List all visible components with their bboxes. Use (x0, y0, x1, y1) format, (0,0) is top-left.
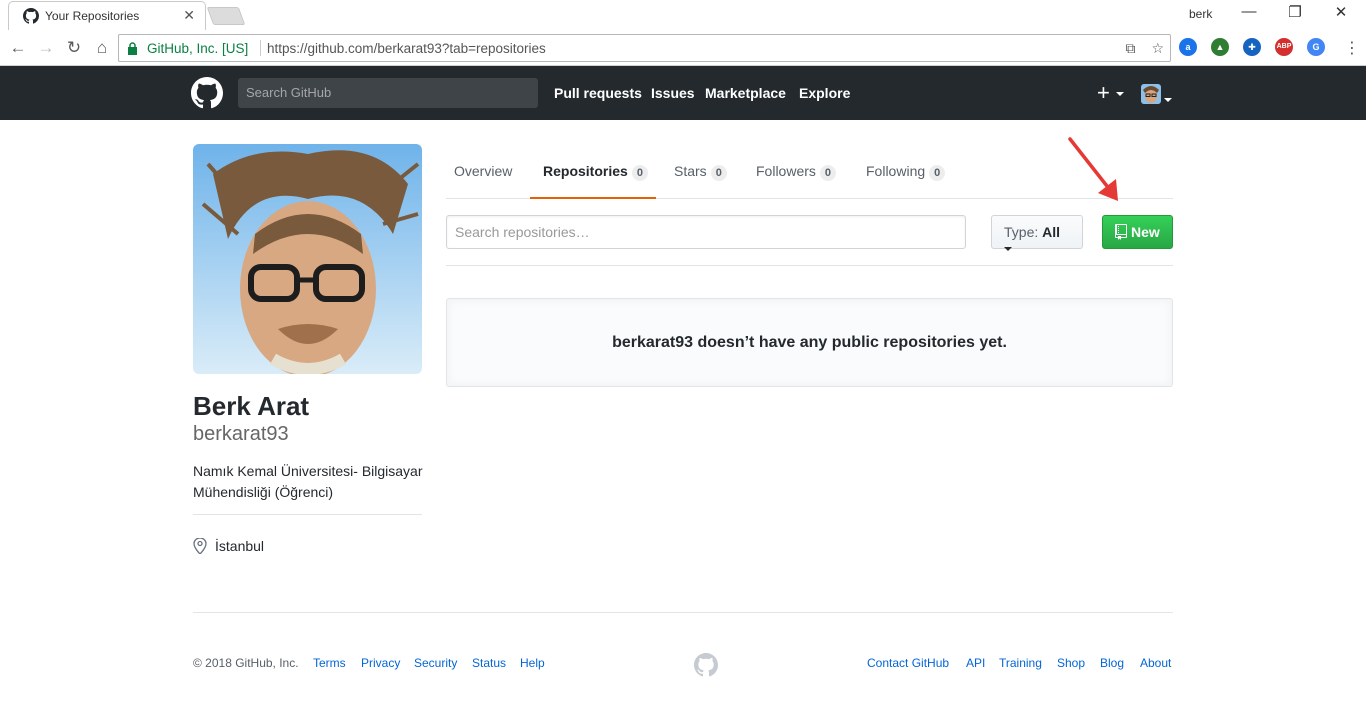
tab-overview[interactable]: Overview (454, 144, 512, 199)
avatar-chevron-down-icon[interactable] (1164, 91, 1172, 109)
footer-link-contact[interactable]: Contact GitHub (867, 656, 949, 670)
back-arrow-icon[interactable]: ← (7, 37, 29, 59)
tab-counter: 0 (819, 165, 837, 181)
footer-link-status[interactable]: Status (472, 656, 506, 670)
github-logo-icon[interactable] (191, 77, 223, 109)
nav-explore[interactable]: Explore (799, 85, 850, 101)
footer-link-api[interactable]: API (966, 656, 985, 670)
minimize-icon[interactable]: — (1226, 3, 1272, 20)
github-favicon-icon (23, 8, 39, 24)
address-bar[interactable]: GitHub, Inc. [US] https://github.com/ber… (118, 34, 1171, 62)
lock-icon (128, 42, 137, 55)
tab-close-icon[interactable]: ✕ (183, 7, 195, 24)
window-close-icon[interactable]: ✕ (1318, 3, 1364, 21)
footer-link-about[interactable]: About (1140, 656, 1171, 670)
footer-link-terms[interactable]: Terms (313, 656, 346, 670)
tab-label: Repositories (543, 163, 628, 179)
user-menu-avatar[interactable] (1141, 84, 1161, 104)
blankslate-message: berkarat93 doesn’t have any public repos… (612, 334, 1007, 351)
tab-label: Followers (756, 163, 816, 179)
browser-menu-icon[interactable]: ⋮ (1344, 38, 1360, 58)
type-filter-value: All (1042, 224, 1061, 240)
footer-link-blog[interactable]: Blog (1100, 656, 1124, 670)
footer-link-training[interactable]: Training (999, 656, 1042, 670)
translate-page-icon[interactable]: ⧉ (1126, 40, 1136, 56)
browser-tab-strip: Your Repositories ✕ berk — ❐ ✕ (0, 0, 1366, 30)
forward-arrow-icon[interactable]: → (35, 37, 57, 59)
repo-icon (1115, 224, 1127, 240)
footer-divider (193, 612, 1173, 613)
tab-following[interactable]: Following 0 (866, 144, 946, 199)
chevron-down-icon (1004, 247, 1012, 252)
omnibox-icons: ⧉ ☆ (1114, 40, 1164, 57)
chevron-down-icon (1115, 92, 1124, 97)
avatar-small (1141, 84, 1161, 104)
tab-repositories[interactable]: Repositories 0 (530, 144, 656, 199)
browser-tab-title: Your Repositories (45, 9, 140, 23)
github-header: Search GitHub Pull requests Issues Marke… (0, 66, 1366, 120)
footer-link-shop[interactable]: Shop (1057, 656, 1085, 670)
new-tab-button[interactable] (206, 7, 246, 25)
adblock-plus-icon[interactable]: ABP (1275, 38, 1293, 56)
footer-link-security[interactable]: Security (414, 656, 457, 670)
profile-avatar (193, 144, 422, 374)
profile-username: berkarat93 (193, 423, 289, 445)
address-separator (260, 40, 261, 56)
a-icon[interactable]: a (1179, 38, 1197, 56)
url-text[interactable]: https://github.com/berkarat93?tab=reposi… (267, 41, 546, 56)
home-icon[interactable]: ⌂ (91, 37, 113, 59)
gear-ext-icon[interactable]: ✚ (1243, 38, 1261, 56)
translate-icon[interactable]: G (1307, 38, 1325, 56)
bookmark-star-icon[interactable]: ☆ (1151, 40, 1164, 56)
tab-counter: 0 (631, 165, 648, 181)
tab-followers[interactable]: Followers 0 (756, 144, 837, 199)
filter-divider (446, 265, 1173, 266)
tree-icon[interactable]: ▲ (1211, 38, 1229, 56)
github-footer-logo-icon[interactable] (694, 653, 718, 677)
tab-stars[interactable]: Stars 0 (674, 144, 727, 199)
footer-copyright: © 2018 GitHub, Inc. (193, 656, 299, 670)
tab-label: Stars (674, 163, 707, 179)
browser-profile-name[interactable]: berk (1189, 7, 1212, 21)
sidebar-divider (193, 514, 422, 515)
browser-toolbar: ← → ↻ ⌂ GitHub, Inc. [US] https://github… (0, 30, 1366, 66)
type-filter-dropdown[interactable]: Type: All (991, 215, 1083, 252)
tab-counter: 0 (710, 165, 727, 181)
new-repository-button[interactable]: New (1102, 215, 1173, 249)
tab-counter: 0 (929, 165, 946, 181)
security-chip[interactable]: GitHub, Inc. [US] (147, 41, 248, 56)
nav-issues[interactable]: Issues (651, 85, 695, 101)
footer-link-help[interactable]: Help (520, 656, 545, 670)
new-button-label: New (1131, 224, 1160, 240)
tab-label: Overview (454, 163, 513, 179)
nav-pull-requests[interactable]: Pull requests (554, 85, 642, 101)
repository-search-input[interactable]: Search repositories… (446, 215, 966, 249)
create-new-menu[interactable]: + (1097, 80, 1124, 106)
restore-icon[interactable]: ❐ (1272, 3, 1318, 21)
footer-link-privacy[interactable]: Privacy (361, 656, 400, 670)
tab-label: Following (866, 163, 926, 179)
browser-tab[interactable]: Your Repositories ✕ (8, 1, 206, 30)
github-search-input[interactable]: Search GitHub (238, 78, 538, 108)
profile-location: İstanbul (215, 538, 265, 554)
reload-icon[interactable]: ↻ (63, 37, 85, 59)
nav-marketplace[interactable]: Marketplace (705, 85, 786, 101)
profile-bio: Namık Kemal Üniversitesi- Bilgisayar Müh… (193, 463, 423, 500)
profile-fullname: Berk Arat (193, 391, 310, 421)
plus-icon: + (1097, 80, 1110, 105)
red-arrow-annotation (1068, 137, 1118, 201)
location-pin-icon (193, 538, 207, 554)
empty-repositories-blankslate: berkarat93 doesn’t have any public repos… (446, 298, 1173, 387)
type-filter-label: Type: (1004, 224, 1039, 240)
